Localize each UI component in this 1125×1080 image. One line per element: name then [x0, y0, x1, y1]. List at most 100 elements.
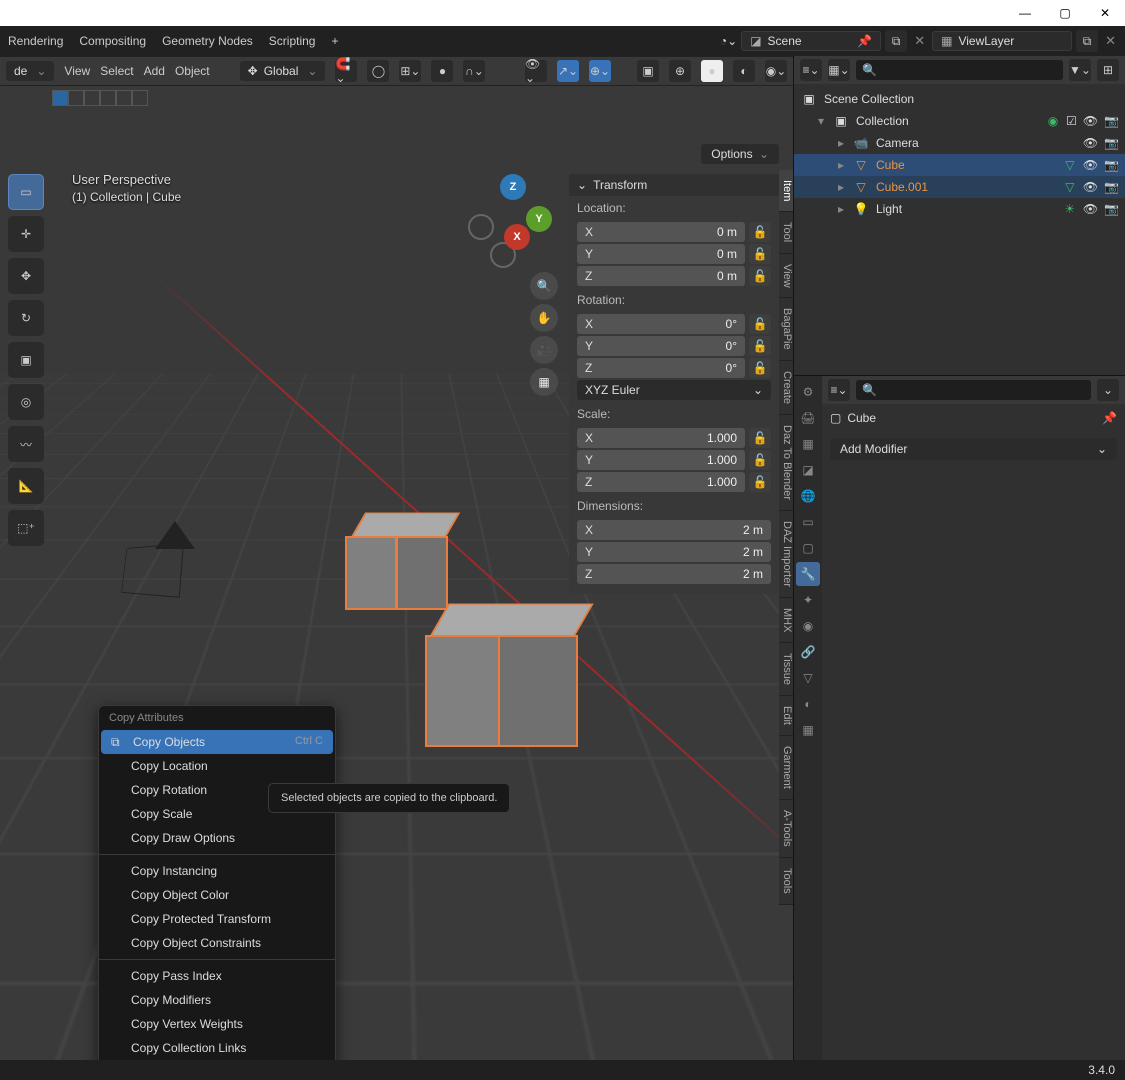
ctx-copy-protected-transform[interactable]: Copy Protected Transform — [99, 907, 335, 931]
outliner-cube001[interactable]: ▸ ▽ Cube.001 ▽ 👁📷 — [794, 176, 1125, 198]
props-options[interactable]: ⌄ — [1097, 379, 1119, 401]
nav-pan[interactable]: ✋ — [530, 304, 558, 332]
rotation-z-field[interactable]: Z0° — [577, 358, 745, 378]
expand-icon[interactable]: ▸ — [838, 180, 848, 194]
add-modifier-button[interactable]: Add Modifier⌄ — [830, 438, 1117, 460]
orientation-select[interactable]: ✥ Global — [240, 61, 326, 81]
add-workspace[interactable]: + — [331, 34, 338, 48]
eye-icon[interactable]: 👁 — [1083, 136, 1098, 150]
outliner-new-collection[interactable]: ⊞ — [1097, 59, 1119, 81]
eye-icon[interactable]: 👁 — [1083, 202, 1098, 216]
header-options[interactable]: Options — [701, 144, 779, 164]
menu-object[interactable]: Object — [175, 64, 210, 78]
gizmo-toggle[interactable]: ↗⌄ — [557, 60, 579, 82]
ptab-world[interactable]: 🌐 — [796, 484, 820, 508]
ntab-view[interactable]: View — [779, 254, 793, 299]
camera-icon[interactable]: 📷 — [1104, 180, 1119, 194]
lock-icon[interactable]: 🔓 — [749, 266, 771, 286]
ntab-item[interactable]: Item — [779, 170, 793, 212]
dim-z-field[interactable]: Z2 m — [577, 564, 771, 584]
checkbox-icon[interactable]: ☑ — [1066, 114, 1077, 128]
camera-icon[interactable]: 📷 — [1104, 158, 1119, 172]
ptab-physics[interactable]: ◉ — [796, 614, 820, 638]
tab-geometry-nodes[interactable]: Geometry Nodes — [162, 34, 253, 48]
xray-toggle[interactable]: ▣ — [637, 60, 659, 82]
props-search[interactable]: 🔍 — [856, 380, 1091, 400]
nav-camera[interactable]: 🎥 — [530, 336, 558, 364]
scale-z-field[interactable]: Z1.000 — [577, 472, 745, 492]
expand-icon[interactable]: ▸ — [838, 158, 848, 172]
eye-icon[interactable]: 👁 — [1083, 180, 1098, 194]
outliner-filter[interactable]: ▼⌄ — [1069, 59, 1091, 81]
play[interactable]: ▶ — [28, 990, 48, 1008]
tool-annotate[interactable]: 〰 — [8, 426, 44, 462]
outliner-view-mode[interactable]: ▦⌄ — [828, 59, 850, 81]
rotation-y-field[interactable]: Y0° — [577, 336, 745, 356]
ctx-copy-pass-index[interactable]: Copy Pass Index — [99, 964, 335, 988]
shading-wire[interactable]: ⊕ — [669, 60, 691, 82]
ptab-modifiers[interactable]: 🔧 — [796, 562, 820, 586]
ctx-copy-objects[interactable]: ⧉Copy ObjectsCtrl C — [101, 730, 333, 754]
eye-icon[interactable]: 👁 — [1083, 114, 1098, 128]
outliner-search[interactable]: 🔍 — [856, 60, 1063, 80]
tab-scripting[interactable]: Scripting — [269, 34, 316, 48]
ptab-collection[interactable]: ▭ — [796, 510, 820, 534]
ntab-tool[interactable]: Tool — [779, 212, 793, 253]
gizmo-neg-axis[interactable] — [468, 214, 494, 240]
tool-rotate[interactable]: ↻ — [8, 300, 44, 336]
menu-add[interactable]: Add — [144, 64, 165, 78]
mode-select[interactable]: de — [6, 61, 54, 81]
rotation-x-field[interactable]: X0° — [577, 314, 745, 334]
ntab-atools[interactable]: A-Tools — [779, 800, 793, 858]
dim-y-field[interactable]: Y2 m — [577, 542, 771, 562]
lock-icon[interactable]: 🔓 — [749, 450, 771, 470]
prop-curve[interactable]: ∩⌄ — [463, 60, 485, 82]
pin-icon[interactable]: 📌 — [1102, 411, 1117, 425]
ptab-constraints[interactable]: 🔗 — [796, 640, 820, 664]
scale-x-field[interactable]: X1.000 — [577, 428, 745, 448]
jump-end[interactable]: ⏭ — [72, 990, 92, 1008]
ntab-mhx[interactable]: MHX — [779, 598, 793, 643]
lock-icon[interactable]: 🔓 — [749, 336, 771, 356]
3d-viewport[interactable]: ▭ ✛ ✥ ↻ ▣ ◎ 〰 📐 ⬚⁺ User Perspective (1) … — [0, 110, 793, 1060]
menu-select[interactable]: Select — [100, 64, 133, 78]
ntab-tissue[interactable]: Tissue — [779, 643, 793, 696]
close-scene[interactable]: ✕ — [911, 33, 928, 49]
camera-icon[interactable]: 📷 — [1104, 136, 1119, 150]
snap-increment[interactable]: ⊞⌄ — [399, 60, 421, 82]
ptab-material[interactable]: ◐ — [796, 692, 820, 716]
ntab-edit[interactable]: Edit — [779, 696, 793, 736]
nav-perspective[interactable]: ▦ — [530, 368, 558, 396]
eye-icon[interactable]: 👁 — [1083, 158, 1098, 172]
outliner-light[interactable]: ▸ 💡 Light ☀ 👁📷 — [794, 198, 1125, 220]
location-z-field[interactable]: Z0 m — [577, 266, 745, 286]
ptab-texture[interactable]: ▦ — [796, 718, 820, 742]
transform-header[interactable]: ⌄Transform — [569, 174, 779, 196]
viewlayer-field[interactable]: ▦ ViewLayer — [932, 31, 1072, 51]
gizmo-z-axis[interactable]: Z — [500, 174, 526, 200]
tool-move[interactable]: ✥ — [8, 258, 44, 294]
props-type[interactable]: ≡⌄ — [828, 379, 850, 401]
close-viewlayer[interactable]: ✕ — [1102, 33, 1119, 49]
ptab-viewlayer[interactable]: ▦ — [796, 432, 820, 456]
outliner-scene-collection[interactable]: ▣ Scene Collection — [794, 88, 1125, 110]
ptab-particles[interactable]: ✦ — [796, 588, 820, 612]
ntab-tools[interactable]: Tools — [779, 858, 793, 905]
ptab-render[interactable]: ⚙ — [796, 380, 820, 404]
rotation-mode-select[interactable]: XYZ Euler⌄ — [577, 380, 771, 400]
menu-view[interactable]: View — [64, 64, 90, 78]
new-viewlayer-button[interactable]: ⧉ — [1076, 30, 1098, 52]
ptab-output[interactable]: 🖨 — [796, 406, 820, 430]
ctx-copy-location[interactable]: Copy Location — [99, 754, 335, 778]
outliner-cube[interactable]: ▸ ▽ Cube ▽ 👁📷 — [794, 154, 1125, 176]
jump-start[interactable]: ⏮ — [6, 990, 26, 1008]
tool-transform[interactable]: ◎ — [8, 384, 44, 420]
tab-rendering[interactable]: Rendering — [8, 34, 63, 48]
lock-icon[interactable]: 🔓 — [749, 314, 771, 334]
ntab-daz-importer[interactable]: DAZ Importer — [779, 511, 793, 598]
shading-solid[interactable]: ● — [701, 60, 723, 82]
prop-edit[interactable]: ● — [431, 60, 453, 82]
tool-add-cube[interactable]: ⬚⁺ — [8, 510, 44, 546]
camera-icon[interactable]: 📷 — [1104, 114, 1119, 128]
ctx-copy-object-color[interactable]: Copy Object Color — [99, 883, 335, 907]
